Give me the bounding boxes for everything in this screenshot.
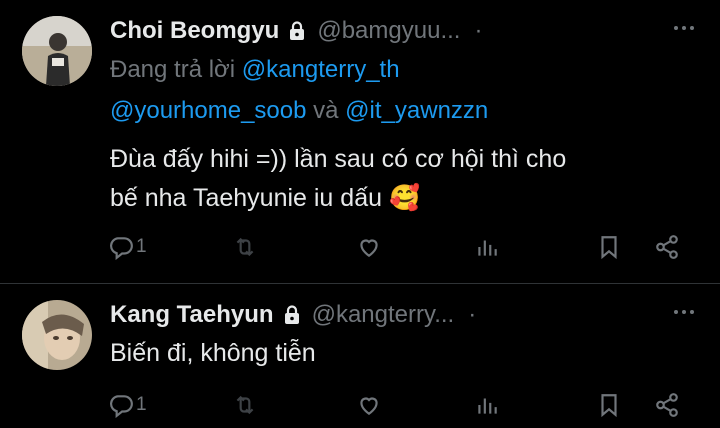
tweet-header: Kang Taehyun @kangterry... · (110, 297, 476, 333)
bookmark-icon (601, 236, 617, 260)
bookmark-button[interactable] (596, 231, 622, 263)
tweet-header: Choi Beomgyu @bamgyuu... · (110, 13, 482, 49)
reply-icon (110, 237, 133, 260)
action-bar: 1 (108, 231, 688, 263)
replying-to: Đang trả lời @kangterry_th (110, 56, 400, 84)
separator-dot: · (468, 301, 477, 328)
tweet-text: Biến đi, không tiễn (110, 334, 316, 373)
separator-dot: · (474, 17, 483, 44)
author-handle[interactable]: @bamgyuu... (317, 17, 460, 45)
more-icon[interactable] (670, 14, 698, 42)
reply-prefix: Đang trả lời (110, 56, 242, 83)
like-icon (360, 239, 378, 257)
author-handle[interactable]: @kangterry... (312, 301, 455, 329)
avatar[interactable] (22, 16, 92, 86)
retweet-icon (236, 237, 254, 257)
more-icon[interactable] (670, 298, 698, 326)
tweet-text-line: bế nha Taehyunie iu dấu (110, 184, 382, 212)
reply-count: 1 (136, 236, 147, 257)
retweet-button[interactable] (232, 231, 258, 263)
lock-icon (290, 21, 305, 40)
action-bar: 1 (108, 389, 688, 421)
replying-to-continued: @yourhome_soob và @it_yawnzzn (110, 97, 488, 125)
mention-link[interactable]: @yourhome_soob (110, 97, 306, 124)
tweet[interactable]: Choi Beomgyu @bamgyuu... · Đang trả lời … (0, 0, 720, 284)
like-icon (360, 397, 378, 415)
conjunction: và (306, 97, 346, 124)
bookmark-icon (601, 394, 617, 418)
views-button[interactable] (474, 231, 500, 263)
views-button[interactable] (474, 389, 500, 421)
share-icon (656, 393, 678, 417)
author-name[interactable]: Kang Taehyun (110, 301, 274, 329)
like-button[interactable] (356, 231, 382, 263)
mention-link[interactable]: @kangterry_th (242, 56, 400, 83)
mention-link[interactable]: @it_yawnzzn (345, 97, 488, 124)
retweet-icon (236, 395, 254, 415)
share-button[interactable] (654, 231, 680, 263)
lock-icon (284, 305, 299, 324)
tweet-text-line: Biến đi, không tiễn (110, 339, 316, 367)
reply-button[interactable]: 1 (108, 389, 147, 421)
like-button[interactable] (356, 389, 382, 421)
author-name[interactable]: Choi Beomgyu (110, 17, 279, 45)
smiling-hearts-emoji: 🥰 (388, 184, 421, 212)
retweet-button[interactable] (232, 389, 258, 421)
tweet[interactable]: Kang Taehyun @kangterry... · Biến đi, kh… (0, 284, 720, 428)
reply-count: 1 (136, 394, 147, 415)
bookmark-button[interactable] (596, 389, 622, 421)
reply-icon (110, 395, 133, 418)
views-icon (478, 240, 497, 256)
share-button[interactable] (654, 389, 680, 421)
views-icon (478, 398, 497, 414)
share-icon (656, 235, 678, 259)
tweet-text-line: Đùa đấy hihi =)) lần sau có cơ hội thì c… (110, 145, 567, 173)
avatar[interactable] (22, 300, 92, 370)
reply-button[interactable]: 1 (108, 231, 147, 263)
tweet-text: Đùa đấy hihi =)) lần sau có cơ hội thì c… (110, 140, 566, 218)
